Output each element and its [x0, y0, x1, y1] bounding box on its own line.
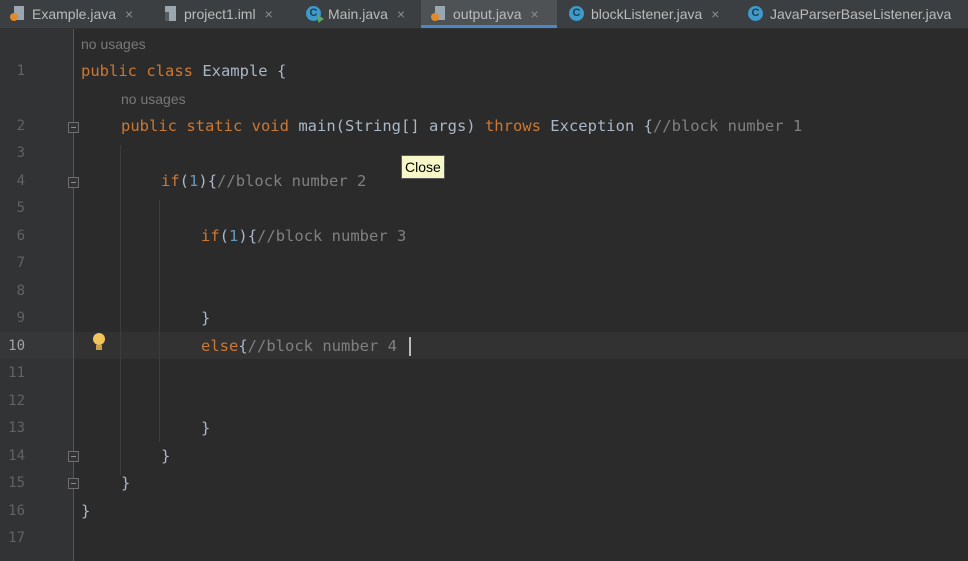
close-icon[interactable]: ×	[711, 6, 719, 22]
keyword-token: if	[201, 227, 220, 245]
indent-guide	[159, 200, 160, 442]
code-line-1[interactable]: public class Example {	[81, 62, 286, 80]
tab-main-java[interactable]: C Main.java ×	[306, 0, 405, 28]
line-number: 16	[8, 503, 25, 519]
tab-blocklistener-java[interactable]: C blockListener.java ×	[569, 0, 719, 28]
brace-token: }	[81, 502, 91, 520]
tab-output-java[interactable]: output.java ×	[421, 0, 557, 28]
iml-file-icon	[162, 6, 178, 22]
code-line-16[interactable]: }	[81, 502, 90, 520]
fold-toggle-icon[interactable]	[68, 451, 79, 462]
brace-token: }	[201, 309, 211, 327]
usages-hint[interactable]: no usages	[81, 36, 146, 52]
line-number: 17	[8, 530, 25, 546]
code-line-14[interactable]: }	[161, 447, 170, 465]
usages-hint[interactable]: no usages	[121, 91, 186, 107]
tab-label: blockListener.java	[591, 6, 703, 22]
code-token: Example {	[192, 62, 287, 80]
comment-token: //block number 3	[257, 227, 407, 245]
class-icon: C	[748, 6, 764, 22]
tab-label: JavaParserBaseListener.java	[770, 6, 952, 22]
tab-example-java[interactable]: Example.java ×	[10, 0, 133, 28]
line-number: 11	[8, 365, 25, 381]
class-icon: C	[569, 6, 585, 22]
close-icon[interactable]: ×	[265, 6, 273, 22]
brace-token: }	[161, 447, 171, 465]
java-file-icon	[431, 6, 447, 22]
line-number: 5	[16, 200, 25, 216]
indent-guide	[120, 145, 121, 475]
comment-token: //block number 1	[652, 117, 803, 135]
line-number: 7	[16, 255, 25, 271]
code-token: (	[179, 172, 190, 190]
code-line-15[interactable]: }	[121, 474, 130, 492]
comment-token: //block number 2	[217, 172, 367, 190]
tab-label: output.java	[453, 6, 522, 22]
line-number: 4	[16, 173, 25, 189]
line-number: 3	[16, 145, 25, 161]
code-line-9[interactable]: }	[201, 309, 210, 327]
line-number: 14	[8, 448, 25, 464]
code-line-2[interactable]: public static void main(String[] args) t…	[121, 117, 802, 135]
code-line-13[interactable]: }	[201, 419, 210, 437]
close-icon[interactable]: ×	[397, 6, 405, 22]
lightbulb-icon[interactable]	[92, 333, 106, 352]
brace-token: {	[238, 337, 248, 355]
tab-javaparserbaselistener-java[interactable]: C JavaParserBaseListener.java	[748, 0, 951, 28]
code-line-4[interactable]: if(1){//block number 2	[161, 172, 366, 190]
keyword-token: else	[201, 337, 239, 355]
number-token: 1	[189, 172, 199, 190]
runnable-class-icon: C	[306, 6, 324, 23]
editor-tab-bar: Example.java × project1.iml × C Main.jav…	[0, 0, 968, 29]
code-line-6[interactable]: if(1){//block number 3	[201, 227, 406, 245]
line-number: 8	[16, 283, 25, 299]
number-token: 1	[229, 227, 239, 245]
keyword-token: public class	[81, 62, 193, 80]
brace-token: }	[121, 474, 131, 492]
method-name-token: main	[298, 117, 336, 135]
code-token: ){	[198, 172, 218, 190]
line-number-current: 10	[8, 338, 25, 354]
keyword-token: throws	[484, 117, 541, 135]
keyword-token: if	[161, 172, 180, 190]
line-number: 12	[8, 393, 25, 409]
brace-token: }	[201, 419, 211, 437]
code-line-10[interactable]: else{//block number 4	[201, 337, 397, 355]
code-token: (	[219, 227, 230, 245]
keyword-token: public static void	[121, 117, 289, 135]
line-number: 9	[16, 310, 25, 326]
fold-toggle-icon[interactable]	[68, 177, 79, 188]
code-token: ){	[238, 227, 258, 245]
code-token: Exception {	[540, 117, 653, 135]
fold-toggle-icon[interactable]	[68, 478, 79, 489]
close-icon[interactable]: ×	[125, 6, 133, 22]
text-caret	[409, 337, 411, 356]
java-file-icon	[10, 6, 26, 22]
line-number: 1	[16, 63, 25, 79]
code-token: (String[] args)	[335, 117, 485, 135]
close-icon[interactable]: ×	[531, 6, 539, 22]
tab-label: Example.java	[32, 6, 117, 22]
tab-label: project1.iml	[184, 6, 256, 22]
tab-project1-iml[interactable]: project1.iml ×	[162, 0, 273, 28]
line-number: 15	[8, 475, 25, 491]
fold-toggle-icon[interactable]	[68, 122, 79, 133]
line-number: 2	[16, 118, 25, 134]
close-tooltip: Close	[401, 155, 445, 179]
line-number: 13	[8, 420, 25, 436]
comment-token: //block number 4	[247, 337, 397, 355]
tab-label: Main.java	[328, 6, 388, 22]
line-number: 6	[16, 228, 25, 244]
